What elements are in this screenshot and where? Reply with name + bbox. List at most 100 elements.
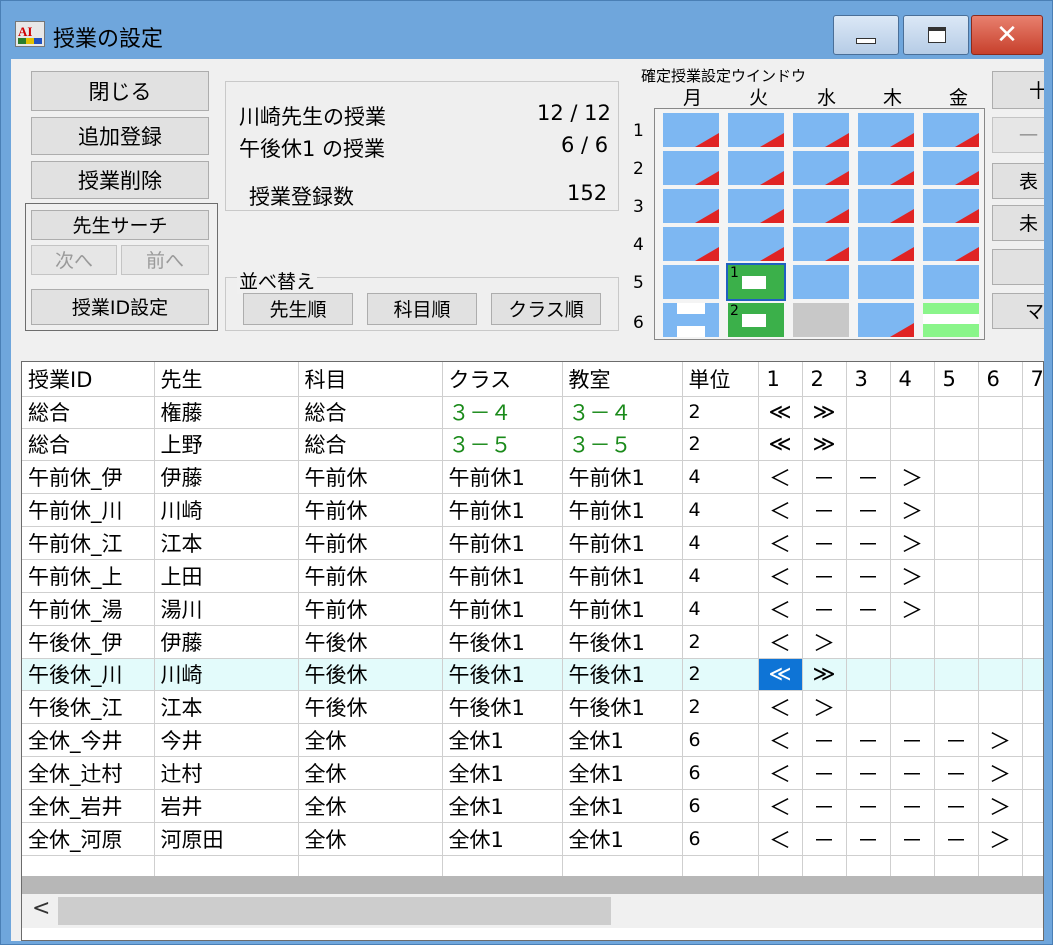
grid-cell[interactable]	[728, 189, 784, 223]
period-cell[interactable]: ＜	[758, 526, 803, 560]
period-cell[interactable]: ≪	[758, 658, 803, 691]
period-cell[interactable]: ＞	[978, 822, 1023, 856]
period-cell[interactable]	[978, 526, 1023, 560]
table-cell[interactable]: 権藤	[154, 396, 299, 429]
table-cell[interactable]: 午前休	[298, 493, 443, 527]
period-cell[interactable]	[1022, 690, 1043, 724]
grid-cell-selected[interactable]: 1	[726, 263, 786, 301]
sort-by-subject-button[interactable]: 科目順	[367, 293, 477, 325]
table-cell[interactable]: 全休_岩井	[22, 789, 155, 823]
grid-cell[interactable]	[858, 189, 914, 223]
period-cell[interactable]: －	[846, 559, 891, 593]
table-cell[interactable]: 全休	[298, 822, 443, 856]
period-cell[interactable]	[846, 690, 891, 724]
period-cell[interactable]: －	[846, 592, 891, 626]
horizontal-scrollbar[interactable]: <	[22, 894, 1043, 928]
grid-cell[interactable]	[923, 189, 979, 223]
period-cell[interactable]: －	[890, 723, 935, 757]
period-cell[interactable]	[890, 658, 935, 691]
right-button[interactable]: 未割	[992, 205, 1044, 271]
grid-cell[interactable]	[663, 189, 719, 223]
lesson-id-setting-button[interactable]: 授業ID設定	[31, 289, 209, 325]
table-cell[interactable]: 6	[682, 822, 759, 856]
grid-cell[interactable]	[728, 113, 784, 147]
grid-cell[interactable]	[663, 303, 719, 337]
period-cell[interactable]: ＜	[758, 493, 803, 527]
table-cell[interactable]: 4	[682, 493, 759, 527]
period-cell[interactable]: ＜	[758, 690, 803, 724]
grid-cell[interactable]	[728, 151, 784, 185]
period-cell[interactable]	[934, 428, 979, 461]
sort-by-class-button[interactable]: クラス順	[491, 293, 601, 325]
grid-cell[interactable]	[793, 189, 849, 223]
table-cell[interactable]: 午前休_川	[22, 493, 155, 527]
column-header[interactable]: 科目	[298, 362, 443, 397]
grid-cell[interactable]	[663, 113, 719, 147]
grid-cell[interactable]	[923, 303, 979, 337]
grid-cell[interactable]	[663, 151, 719, 185]
table-cell[interactable]: 全休1	[562, 789, 683, 823]
grid-cell[interactable]: 2	[728, 303, 784, 337]
period-cell[interactable]: －	[802, 526, 847, 560]
table-cell[interactable]: 午後休1	[562, 690, 683, 724]
table-row[interactable]: 全休_河原 河原田 全休 全休1 全休1 6 ＜－－－－＞	[22, 822, 1043, 856]
column-header[interactable]: 4	[890, 362, 935, 397]
table-cell[interactable]: 午前休_伊	[22, 460, 155, 494]
right-button[interactable]: 十	[992, 71, 1044, 109]
table-cell[interactable]: 全休_辻村	[22, 756, 155, 790]
table-cell[interactable]: 辻村	[154, 756, 299, 790]
period-cell[interactable]	[1022, 723, 1043, 757]
table-cell[interactable]: 午前休1	[562, 460, 683, 494]
table-cell[interactable]: 午後休_江	[22, 690, 155, 724]
table-cell[interactable]: 4	[682, 559, 759, 593]
table-cell[interactable]: 総合	[22, 428, 155, 461]
period-cell[interactable]: ≪	[758, 396, 803, 429]
column-header[interactable]: 先生	[154, 362, 299, 397]
table-row[interactable]: 午後休_川 川崎 午後休 午後休1 午後休1 2 ≪ ≫	[22, 658, 1043, 691]
period-cell[interactable]	[1022, 756, 1043, 790]
close-button[interactable]: 閉じる	[31, 71, 209, 111]
table-cell[interactable]: 6	[682, 723, 759, 757]
table-cell[interactable]: 4	[682, 460, 759, 494]
table-cell[interactable]: 河原田	[154, 822, 299, 856]
column-header[interactable]: 単位	[682, 362, 759, 397]
table-cell[interactable]: 午後休	[298, 658, 443, 691]
table-cell[interactable]: 午後休	[298, 690, 443, 724]
table-cell[interactable]: ３－５	[562, 428, 683, 461]
period-cell[interactable]	[934, 396, 979, 429]
period-cell[interactable]: －	[890, 789, 935, 823]
period-cell[interactable]: －	[846, 789, 891, 823]
right-button[interactable]: マ	[992, 293, 1044, 329]
grid-cell[interactable]	[858, 151, 914, 185]
column-header[interactable]: 6	[978, 362, 1023, 397]
period-cell[interactable]	[978, 625, 1023, 659]
table-cell[interactable]: 全休1	[562, 822, 683, 856]
table-row[interactable]: 午前休_江 江本 午前休 午前休1 午前休1 4 ＜－－＞	[22, 526, 1043, 560]
table-cell[interactable]: 2	[682, 625, 759, 659]
table-cell[interactable]: 午後休_伊	[22, 625, 155, 659]
period-cell[interactable]: ＜	[758, 460, 803, 494]
period-cell[interactable]: －	[802, 493, 847, 527]
close-window-button[interactable]: ✕	[971, 15, 1043, 55]
table-row[interactable]: 午前休_湯 湯川 午前休 午前休1 午前休1 4 ＜－－＞	[22, 592, 1043, 626]
table-cell[interactable]: 午前休	[298, 460, 443, 494]
table-row[interactable]: 全休_岩井 岩井 全休 全休1 全休1 6 ＜－－－－＞	[22, 789, 1043, 823]
period-cell[interactable]: ＞	[890, 493, 935, 527]
table-cell[interactable]: 全休_河原	[22, 822, 155, 856]
period-cell[interactable]: －	[846, 723, 891, 757]
table-cell[interactable]: 総合	[22, 396, 155, 429]
period-cell[interactable]	[1022, 658, 1043, 691]
period-cell[interactable]	[1022, 822, 1043, 856]
period-cell[interactable]: －	[890, 822, 935, 856]
table-cell[interactable]: 午後休	[298, 625, 443, 659]
table-cell[interactable]: 午前休1	[442, 460, 563, 494]
table-cell[interactable]: 午後休1	[442, 658, 563, 691]
period-cell[interactable]: ＞	[978, 723, 1023, 757]
table-row[interactable]: 午前休_川 川崎 午前休 午前休1 午前休1 4 ＜－－＞	[22, 493, 1043, 527]
grid-cell[interactable]	[663, 265, 719, 299]
table-row[interactable]: 総合 権藤 総合 ３－４ ３－４ 2 ≪ ≫	[22, 396, 1043, 429]
period-cell[interactable]	[934, 625, 979, 659]
period-cell[interactable]: －	[802, 756, 847, 790]
minimize-button[interactable]	[833, 15, 899, 55]
period-cell[interactable]: －	[846, 493, 891, 527]
